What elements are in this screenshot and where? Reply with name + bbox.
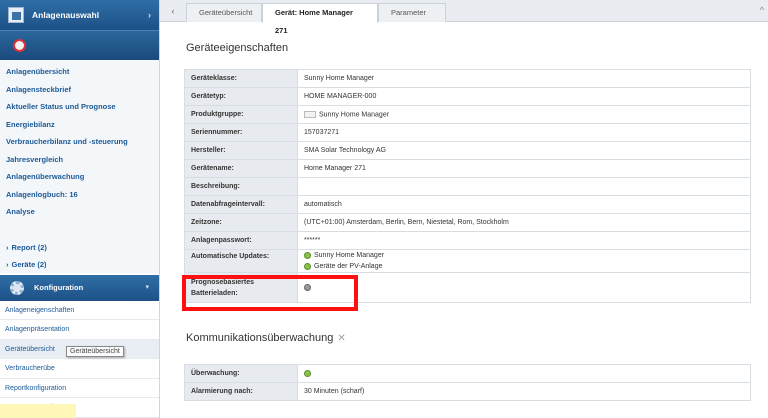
- table-row: Alarmierung nach: 30 Minuten (scharf): [184, 382, 751, 401]
- configuration-header[interactable]: Konfiguration ▾: [0, 274, 159, 301]
- row-value: Sunny Home Manager: [297, 105, 751, 124]
- row-label: Anlagenpasswort:: [184, 231, 298, 250]
- plant-band: [0, 30, 159, 60]
- chevron-down-icon: ▾: [145, 283, 149, 291]
- row-label: Automatische Updates:: [184, 249, 298, 273]
- nav-item-analyse[interactable]: Analyse: [0, 203, 159, 221]
- table-row: Seriennummer: 157037271: [184, 123, 751, 142]
- nav-item-anlagenlogbuch[interactable]: Anlagenlogbuch: 16: [0, 186, 159, 204]
- table-row: Automatische Updates: Sunny Home Manager…: [184, 249, 751, 273]
- row-value: [297, 177, 751, 196]
- row-label: Beschreibung:: [184, 177, 298, 196]
- table-row: Anlagenpasswort: ******: [184, 231, 751, 250]
- config-item-anlagenpraesentation[interactable]: Anlagenpräsentation: [0, 320, 159, 340]
- report-label: Report (2): [11, 242, 47, 252]
- nav-section-report[interactable]: › Report (2): [0, 238, 159, 256]
- row-value: [297, 364, 751, 383]
- tab-geraet-home-manager[interactable]: Gerät: Home Manager 271: [262, 3, 378, 35]
- row-label: Alarmierung nach:: [184, 382, 298, 401]
- row-value: Home Manager 271: [297, 159, 751, 178]
- tab-parameter[interactable]: Parameter: [378, 3, 446, 22]
- plant-nav: Anlagenübersicht Anlagensteckbrief Aktue…: [0, 60, 159, 221]
- chevron-right-icon[interactable]: ›: [148, 10, 151, 20]
- nav-item-energiebilanz[interactable]: Energiebilanz: [0, 116, 159, 134]
- wrench-icon[interactable]: ✕: [337, 333, 345, 344]
- row-value: Sunny Home Manager: [297, 69, 751, 88]
- produktgruppe-value: Sunny Home Manager: [319, 111, 390, 119]
- row-value: 157037271: [297, 123, 751, 142]
- row-label: Hersteller:: [184, 141, 298, 160]
- section-title-kommunikation: Kommunikationsüberwachung ✕: [186, 332, 346, 344]
- geraete-label: Geräte (2): [11, 259, 47, 269]
- config-item-anlageneigenschaften[interactable]: Anlageneigenschaften: [0, 300, 159, 320]
- status-ok-icon: [304, 251, 311, 259]
- nav-item-status-prognose[interactable]: Aktueller Status und Prognose: [0, 98, 159, 116]
- configuration-menu: Anlageneigenschaften Anlagenpräsentation…: [0, 300, 159, 418]
- kommunikation-heading: Kommunikationsüberwachung: [186, 332, 334, 344]
- row-value: Sunny Home Manager Geräte der PV-Anlage: [297, 249, 751, 273]
- communication-table: Überwachung: Alarmierung nach: 30 Minute…: [184, 364, 751, 401]
- row-label: Zeitzone:: [184, 213, 298, 232]
- plant-icon: [8, 7, 24, 23]
- row-label: Seriennummer:: [184, 123, 298, 142]
- row-value: 30 Minuten (scharf): [297, 382, 751, 401]
- row-value: (UTC+01:00) Amsterdam, Berlin, Bern, Nie…: [297, 213, 751, 232]
- row-label: Gerätetyp:: [184, 87, 298, 106]
- chevron-up-icon[interactable]: ^: [760, 5, 764, 15]
- table-row: Beschreibung:: [184, 177, 751, 196]
- update-pv-label: Geräte der PV-Anlage: [314, 263, 383, 270]
- nav-item-verbraucherbilanz[interactable]: Verbraucherbilanz und -steuerung: [0, 133, 159, 151]
- row-value: [297, 272, 751, 303]
- row-value: automatisch: [297, 195, 751, 214]
- tab-bar: ‹ Geräteübersicht Gerät: Home Manager 27…: [160, 0, 768, 35]
- status-ok-icon: [304, 369, 311, 377]
- bottom-strip: [0, 404, 76, 418]
- row-value: HOME MANAGER-000: [297, 87, 751, 106]
- table-row: Überwachung:: [184, 364, 751, 383]
- nav-item-anlagenueberwachung[interactable]: Anlagenüberwachung: [0, 168, 159, 186]
- gear-icon: [10, 280, 24, 295]
- row-label: Gerätename:: [184, 159, 298, 178]
- table-row: Gerätename: Home Manager 271: [184, 159, 751, 178]
- chevron-left-icon[interactable]: ‹: [166, 4, 180, 18]
- table-row: Gerätetyp: HOME MANAGER-000: [184, 87, 751, 106]
- row-label: Datenabfrageintervall:: [184, 195, 298, 214]
- nav-item-anlagensteckbrief[interactable]: Anlagensteckbrief: [0, 81, 159, 99]
- row-label: Produktgruppe:: [184, 105, 298, 124]
- plant-status-icon: [13, 39, 26, 52]
- highlight-box: [182, 275, 358, 311]
- row-label: Geräteklasse:: [184, 69, 298, 88]
- row-value: SMA Solar Technology AG: [297, 141, 751, 160]
- table-row: Zeitzone: (UTC+01:00) Amsterdam, Berlin,…: [184, 213, 751, 232]
- nav-section-geraete[interactable]: › Geräte (2): [0, 255, 159, 273]
- main-content: Geräteeigenschaften Geräteklasse: Sunny …: [160, 22, 768, 418]
- chevron-right-icon: ›: [6, 259, 9, 269]
- row-value: ******: [297, 231, 751, 250]
- page-title: Geräteeigenschaften: [186, 42, 289, 54]
- product-icon: [304, 110, 316, 118]
- plant-selection-header[interactable]: Anlagenauswahl ›: [0, 0, 159, 30]
- properties-table: Geräteklasse: Sunny Home Manager Gerätet…: [184, 69, 751, 303]
- config-item-verbraucheruebersicht[interactable]: Verbraucherübe: [0, 359, 159, 379]
- table-row: Produktgruppe: Sunny Home Manager: [184, 105, 751, 124]
- nav-item-jahresvergleich[interactable]: Jahresvergleich: [0, 151, 159, 169]
- update-item: Geräte der PV-Anlage: [304, 261, 744, 272]
- update-item: Sunny Home Manager: [304, 250, 744, 261]
- table-row: Datenabfrageintervall: automatisch: [184, 195, 751, 214]
- status-ok-icon: [304, 262, 311, 270]
- tooltip: Geräteübersicht: [66, 346, 124, 357]
- nav-item-anlagenuebersicht[interactable]: Anlagenübersicht: [0, 63, 159, 81]
- tab-geraeteuebersicht[interactable]: Geräteübersicht: [186, 3, 262, 22]
- plant-selection-label: Anlagenauswahl: [32, 10, 100, 20]
- sidebar-spacer: [0, 220, 159, 239]
- row-label: Überwachung:: [184, 364, 298, 383]
- configuration-label: Konfiguration: [34, 283, 84, 292]
- config-item-reportkonfiguration[interactable]: Reportkonfiguration: [0, 378, 159, 398]
- update-sunny-label: Sunny Home Manager: [314, 252, 385, 259]
- chevron-right-icon: ›: [6, 242, 9, 252]
- table-row: Geräteklasse: Sunny Home Manager: [184, 69, 751, 88]
- table-row: Hersteller: SMA Solar Technology AG: [184, 141, 751, 160]
